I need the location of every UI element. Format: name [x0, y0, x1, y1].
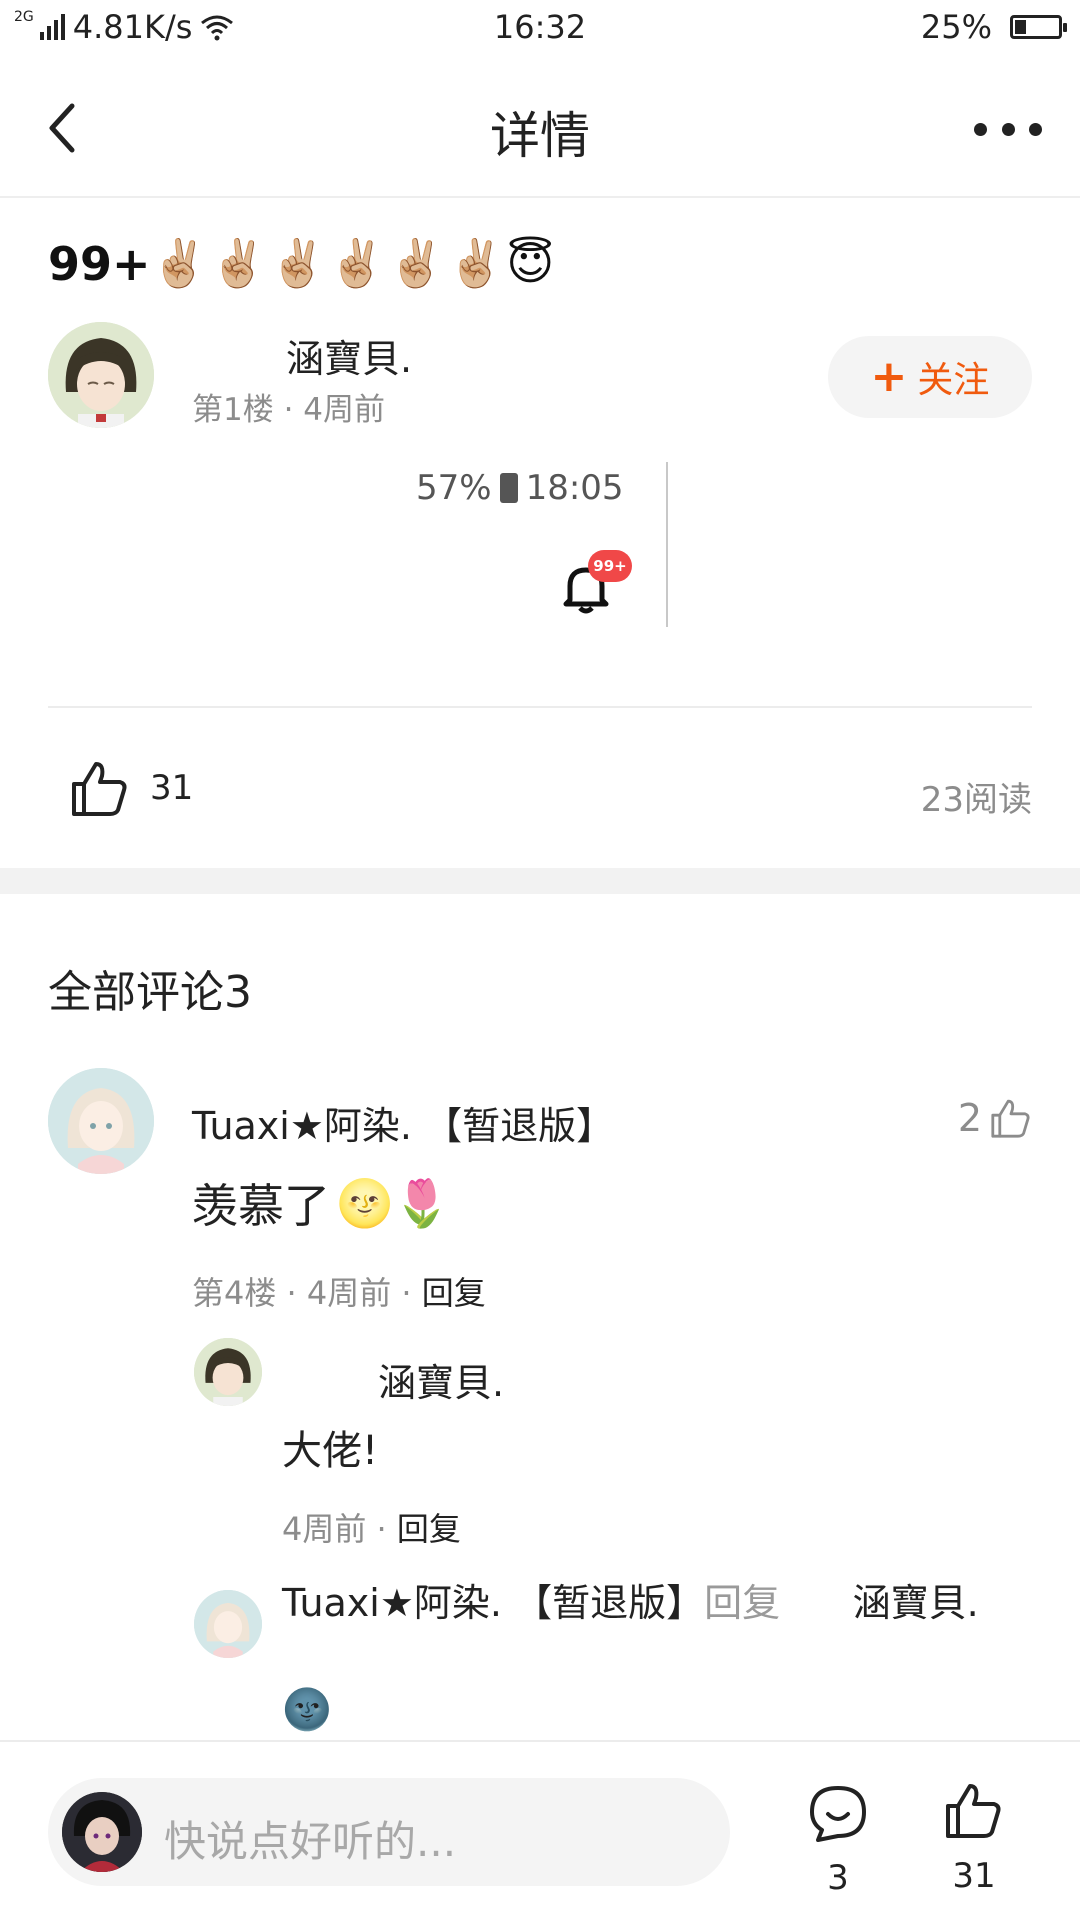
battery-percent: 25% [920, 8, 992, 46]
battery-level [1015, 20, 1026, 34]
embedded-status: 57% 18:05 [416, 468, 624, 508]
embedded-divider [666, 462, 668, 627]
comments-header: 全部评论3 [48, 967, 252, 1018]
status-right: 25% [920, 8, 1067, 46]
follow-button[interactable]: + 关注 [828, 336, 1032, 418]
reply-text: 大佬! [282, 1428, 379, 1474]
page: 2G 4.81K/s 16:32 25% 详情 99+ ✌🏼✌🏼✌🏼✌🏼✌🏼✌🏼… [0, 0, 1080, 1920]
author-name[interactable]: 涵寶貝. [286, 328, 412, 383]
reply-author-name[interactable]: 涵寶貝. [378, 1352, 504, 1407]
comment-emojis: 🌝🌷 [336, 1175, 451, 1230]
thumbs-up-icon[interactable] [70, 758, 130, 818]
post-title-prefix: 99+ [48, 236, 151, 291]
read-count: 23阅读 [920, 780, 1032, 820]
reply-time: 4周前 · [282, 1510, 397, 1548]
divider [48, 706, 1032, 708]
page-title: 详情 [490, 107, 590, 165]
comment-icon[interactable] [808, 1784, 868, 1844]
comment-input[interactable]: 快说点好听的... [48, 1778, 730, 1886]
comment-body: 羡慕了 [192, 1179, 330, 1233]
author-avatar[interactable] [48, 322, 154, 428]
battery-charging-icon [499, 473, 518, 503]
comment-text: 羡慕了 🌝🌷 [192, 1170, 451, 1236]
reply-line: Tuaxi★阿染. 【暂退版】回复 涵寶貝. [282, 1578, 1022, 1628]
battery-icon [1010, 15, 1067, 39]
embedded-battery-percent: 57% [416, 468, 492, 508]
reply-link[interactable]: 回复 [422, 1274, 486, 1312]
post-meta: 第1楼 · 4周前 [192, 392, 386, 428]
new-moon-emoji: 🌚 [282, 1686, 332, 1734]
thumbs-up-icon[interactable] [944, 1780, 1004, 1840]
reply-avatar[interactable] [194, 1590, 262, 1658]
reply-emoji: 🌚 [282, 1687, 332, 1733]
section-separator [0, 868, 1080, 894]
reply-avatar[interactable] [194, 1338, 262, 1406]
thumbs-up-icon [991, 1099, 1030, 1138]
post-title: 99+ ✌🏼✌🏼✌🏼✌🏼✌🏼✌🏼😇 [48, 236, 556, 291]
post-image[interactable]: 57% 18:05 [380, 462, 680, 627]
reply-meta: 4周前 · 回复 [282, 1504, 461, 1550]
status-bar: 2G 4.81K/s 16:32 25% [0, 0, 1080, 58]
reply-word: 回复 [704, 1581, 781, 1625]
reply-author-name[interactable]: Tuaxi★阿染. 【暂退版】 [282, 1581, 704, 1625]
commenter-name[interactable]: Tuaxi★阿染. 【暂退版】 [192, 1095, 614, 1150]
comment-count: 3 [827, 1858, 849, 1898]
reply-link[interactable]: 回复 [397, 1510, 461, 1548]
follow-label: 关注 [917, 360, 990, 401]
post-actions: 31 23阅读 [0, 740, 1080, 836]
bottom-bar: 快说点好听的... 3 31 [0, 1740, 1080, 1920]
more-options-icon[interactable] [974, 114, 1042, 144]
embedded-time: 18:05 [525, 468, 624, 508]
comment-like-button[interactable]: 2 [958, 1096, 1032, 1140]
reply-target-name[interactable]: 涵寶貝. [853, 1581, 979, 1625]
post-like-count: 31 [150, 768, 194, 808]
plus-icon: + [870, 351, 908, 402]
comment-meta: 第4楼 · 4周前 · 回复 [192, 1268, 486, 1314]
notification-badge: 99+ [588, 550, 632, 582]
user-avatar [62, 1792, 142, 1872]
nav-header: 详情 [0, 58, 1080, 198]
comment-input-placeholder: 快说点好听的... [164, 1817, 457, 1866]
clock: 16:32 [493, 8, 587, 46]
comment-like-count: 2 [957, 1096, 982, 1140]
comment-floor-time: 第4楼 · 4周前 · [192, 1274, 422, 1312]
like-count: 31 [952, 1856, 996, 1896]
commenter-avatar[interactable] [48, 1068, 154, 1174]
post-title-emojis: ✌🏼✌🏼✌🏼✌🏼✌🏼✌🏼😇 [150, 236, 557, 290]
